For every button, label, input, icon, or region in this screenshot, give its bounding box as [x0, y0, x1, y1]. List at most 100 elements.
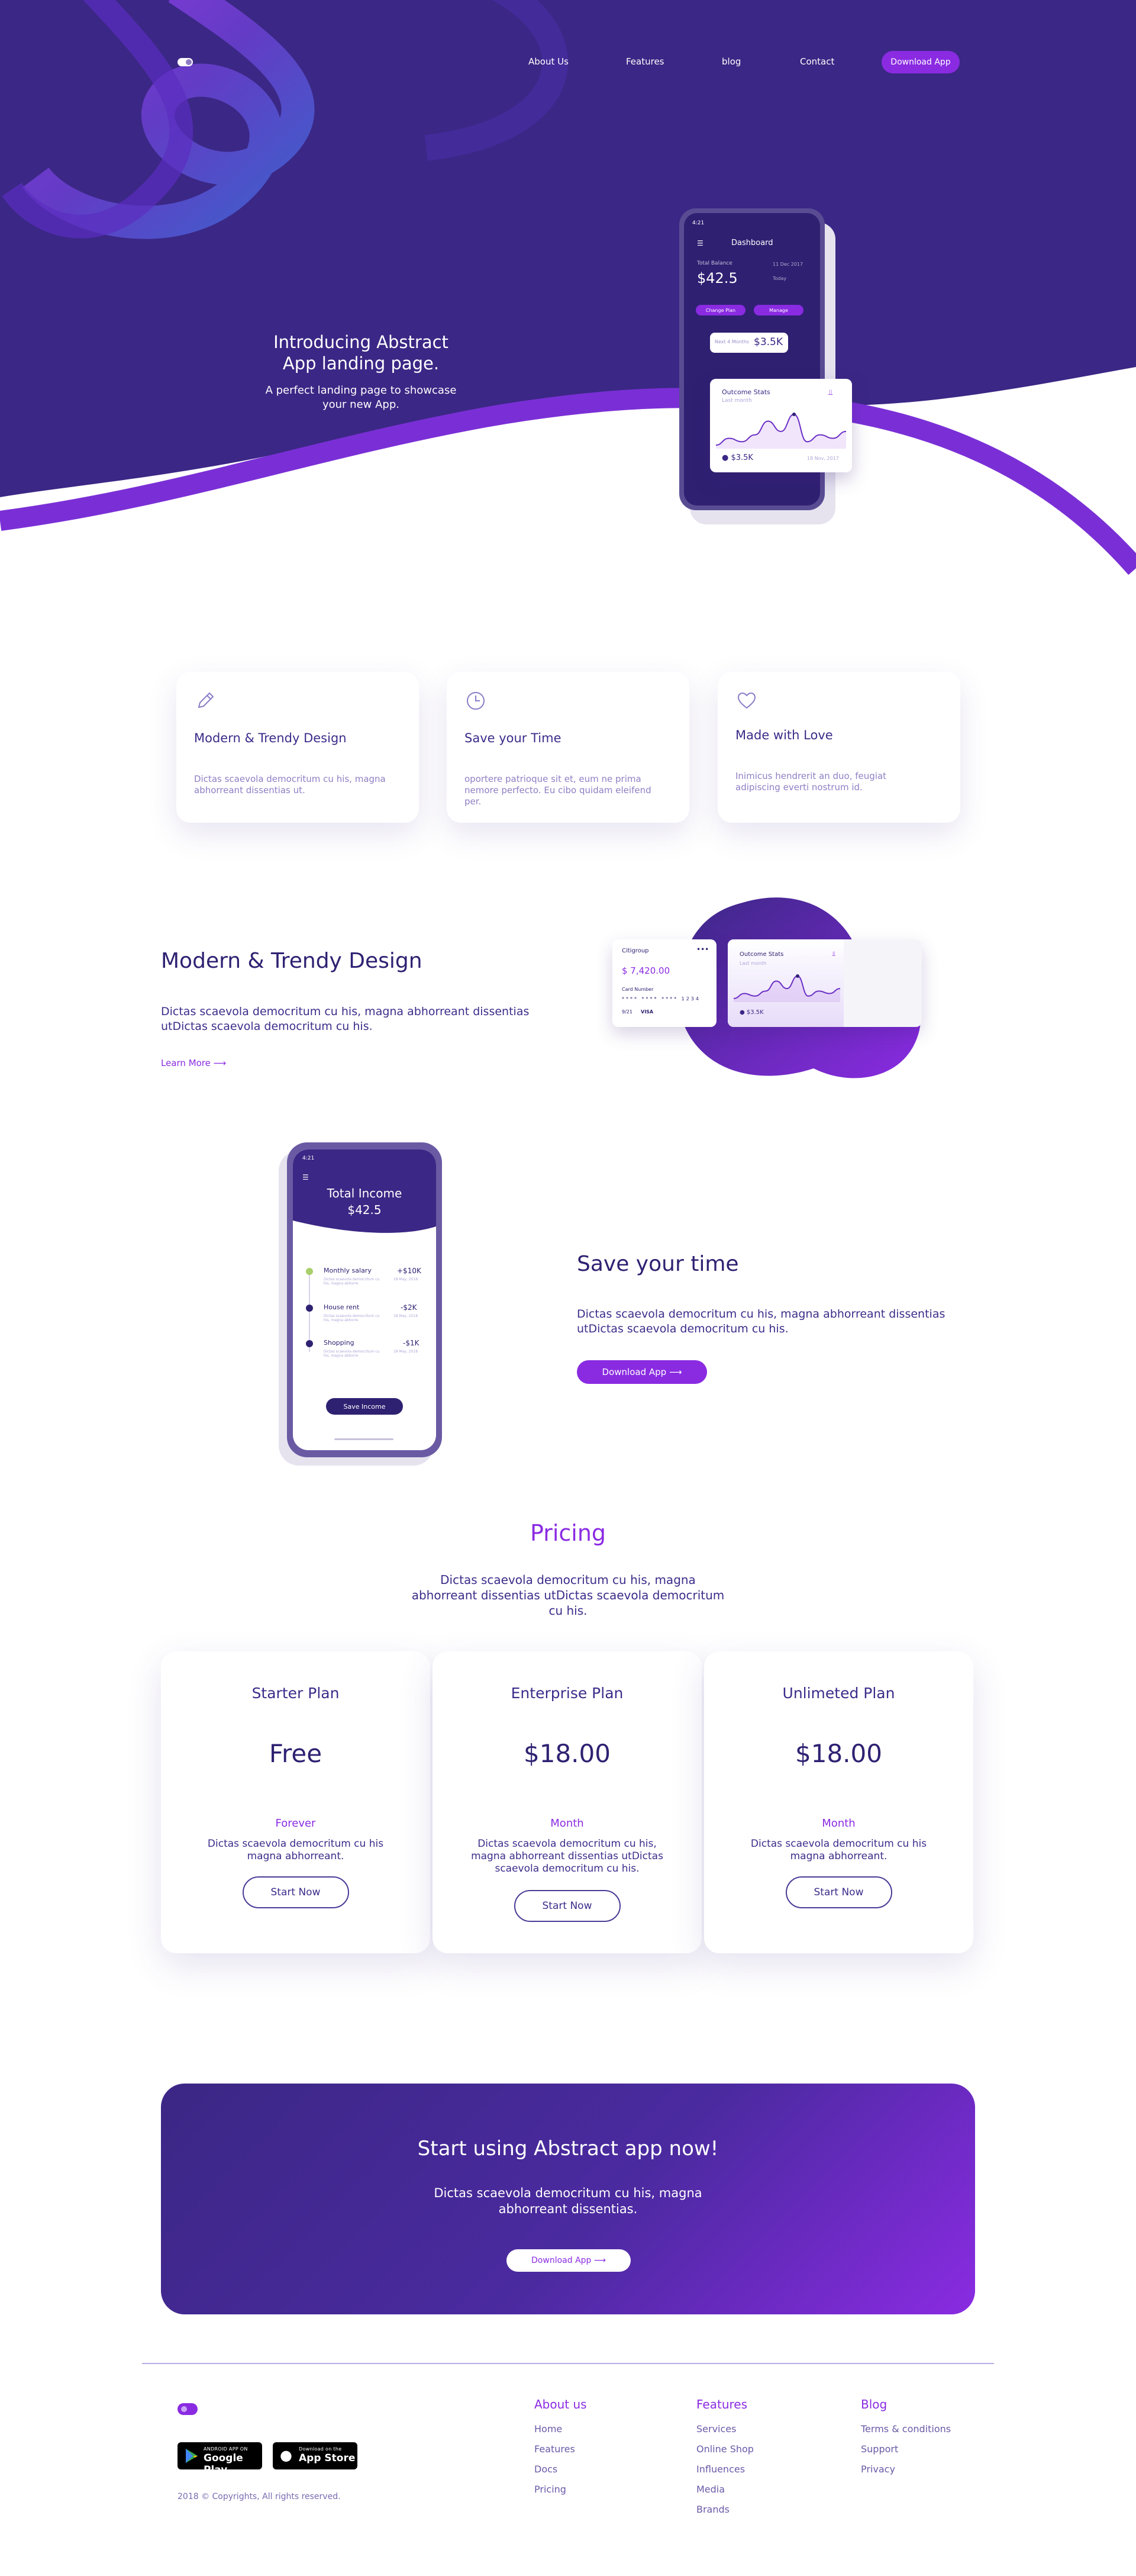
footer-link[interactable]: Privacy — [861, 2464, 895, 2475]
phone-header: Dashboard — [731, 239, 773, 247]
phone-time: 4:21 — [302, 1155, 315, 1161]
menu-icon[interactable]: ☰ — [302, 1173, 309, 1181]
item-title: Monthly salary — [324, 1267, 372, 1274]
feature-card-love: Made with Love Inimicus hendrerit an duo… — [718, 672, 960, 823]
cta-title: Start using Abstract app now! — [417, 2137, 719, 2160]
card-number-label: Card Number — [622, 987, 654, 992]
cta-download-button[interactable]: Download App ⟶ — [506, 2249, 631, 2272]
item-amount: +$10K — [397, 1267, 421, 1275]
mini-label: Next 4 Months — [715, 339, 750, 344]
plan-period: Month — [550, 1817, 584, 1830]
timeline-dot — [306, 1340, 313, 1347]
footer-link[interactable]: Online Shop — [696, 2443, 754, 2455]
google-play-badge[interactable]: ANDROID APP ON Google Play — [178, 2442, 262, 2476]
app-store-badge[interactable]: ● Download on the App Store — [273, 2442, 357, 2469]
card-value-text: $3.5K — [731, 453, 753, 462]
item-desc: Dictas scaevola democritum cu his, magna… — [324, 1350, 380, 1358]
hero-section: About Us Features blog Contact Download … — [0, 0, 1136, 592]
google-big-text: Google Play — [204, 2452, 243, 2476]
start-now-button[interactable]: Start Now — [785, 1876, 892, 1908]
card-value: ● $3.5K — [722, 453, 753, 462]
more-icon[interactable]: ••• — [696, 945, 709, 954]
menu-icon: ☰ — [697, 239, 703, 247]
stats-chart — [734, 974, 840, 1002]
change-plan-button[interactable]: Change Plan — [696, 305, 746, 315]
plan-desc: Dictas scaevola democritum cu his magna … — [207, 1838, 384, 1862]
footer-link[interactable]: Pricing — [534, 2484, 566, 2495]
plan-name: Enterprise Plan — [511, 1685, 624, 1702]
nav-contact[interactable]: Contact — [800, 56, 834, 67]
footer-link[interactable]: Terms & conditions — [861, 2423, 951, 2435]
feature-title: Modern & Trendy Design — [194, 731, 347, 745]
footer-link[interactable]: Services — [696, 2423, 736, 2435]
plan-price: Free — [269, 1739, 322, 1768]
feature-card-design: Modern & Trendy Design Dictas scaevola d… — [176, 672, 419, 823]
footer-link[interactable]: Features — [534, 2443, 575, 2455]
learn-more-link[interactable]: Learn More ⟶ — [161, 1058, 226, 1068]
nav-blog[interactable]: blog — [722, 56, 741, 67]
footer-col-about-title: About us — [534, 2397, 587, 2411]
copyright: 2018 © Copyrights, All rights reserved. — [178, 2492, 341, 2501]
heart-icon — [737, 692, 756, 709]
plan-name: Starter Plan — [251, 1685, 340, 1702]
bank-name: Citigroup — [622, 948, 649, 954]
stats-title: Outcome Stats — [740, 951, 784, 958]
nav-features[interactable]: Features — [626, 56, 664, 67]
hero-subtitle: A perfect landing page to showcase your … — [265, 384, 457, 411]
stats-value: ● $3.5K — [740, 1009, 764, 1016]
nav-about[interactable]: About Us — [528, 56, 569, 67]
footer-logo[interactable] — [178, 2403, 198, 2415]
card-date: 18 Nov, 2017 — [807, 456, 839, 461]
bank-amount: $ 7,420.00 — [622, 965, 670, 976]
save-income-button[interactable]: Save Income — [326, 1398, 403, 1415]
chart-peak-point — [796, 974, 799, 978]
stats-card: Outcome Stats Last month ⫫ ● $3.5K — [728, 939, 922, 1027]
mini-balance-card: Next 4 Months $3.5K — [710, 333, 788, 353]
nav-download-button[interactable]: Download App — [882, 51, 960, 73]
balance-label: Total Balance — [697, 260, 732, 266]
feature-title: Made with Love — [735, 728, 833, 742]
plan-period: Forever — [275, 1817, 316, 1830]
footer-link[interactable]: Brands — [696, 2504, 730, 2515]
stats-value-text: $3.5K — [746, 1009, 764, 1016]
footer-link[interactable]: Media — [696, 2484, 725, 2495]
hero-background — [0, 0, 1136, 575]
feature-desc: oportere patrioque sit et, eum ne prima … — [464, 774, 651, 807]
google-play-icon — [186, 2449, 198, 2463]
logo[interactable] — [178, 58, 193, 66]
start-now-button[interactable]: Start Now — [242, 1876, 349, 1908]
clock-icon — [467, 692, 485, 710]
pricing-desc: Dictas scaevola democritum cu his, magna… — [411, 1573, 725, 1618]
home-indicator — [334, 1438, 393, 1440]
balance-today: Today — [773, 276, 787, 281]
hero-title: Introducing Abstract App landing page. — [273, 332, 448, 373]
footer-col-features-title: Features — [696, 2397, 747, 2411]
plan-period: Month — [822, 1817, 856, 1830]
bank-card: Citigroup ••• $ 7,420.00 Card Number ***… — [612, 939, 717, 1027]
footer-divider — [142, 2363, 994, 2364]
outcome-chart — [716, 413, 846, 449]
cta-desc: Dictas scaevola democritum cu his, magna… — [434, 2186, 702, 2216]
start-now-button[interactable]: Start Now — [514, 1890, 621, 1922]
card-brand: VISA — [641, 1009, 654, 1015]
footer-link[interactable]: Influences — [696, 2464, 745, 2475]
google-small-text: ANDROID APP ON — [204, 2446, 248, 2452]
balance-date: 11 Dec 2017 — [773, 262, 803, 267]
footer-link[interactable]: Docs — [534, 2464, 557, 2475]
item-date: 18 May, 2018 — [393, 1277, 418, 1281]
outcome-stats-card: Outcome Stats Last month ⫫ ● $3.5K 18 No… — [710, 379, 852, 472]
card-title: Outcome Stats — [722, 388, 770, 396]
save-download-button[interactable]: Download App ⟶ — [577, 1360, 707, 1384]
plan-desc: Dictas scaevola democritum cu his magna … — [750, 1838, 927, 1862]
phone-time: 4:21 — [692, 220, 705, 226]
income-phone: 4:21 ☰ Total Income $42.5 Monthly salary… — [287, 1142, 442, 1457]
chart-icon: ⫫ — [832, 950, 836, 958]
item-desc: Dictas scaevola democritum cu his, magna… — [324, 1314, 380, 1322]
footer-link[interactable]: Home — [534, 2423, 562, 2435]
footer-link[interactable]: Support — [861, 2443, 898, 2455]
footer-col-blog-title: Blog — [861, 2397, 888, 2411]
manage-button[interactable]: Manage — [754, 305, 803, 315]
cta-banner: Start using Abstract app now! Dictas sca… — [161, 2084, 975, 2314]
card-exp: 9/21 — [622, 1009, 632, 1015]
feature-title: Save your Time — [464, 731, 561, 745]
